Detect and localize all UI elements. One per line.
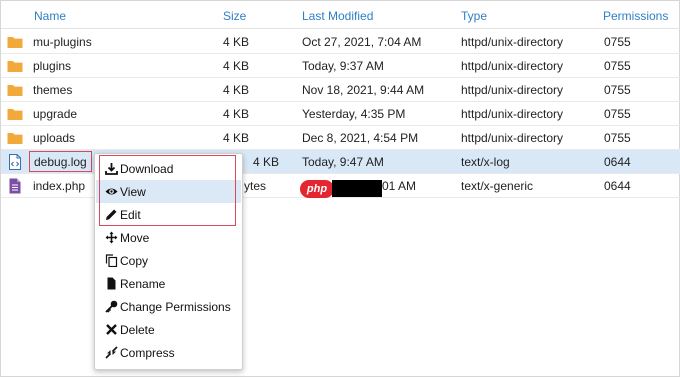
file-name: index.php [33,179,86,193]
x-icon [106,324,117,335]
menu-item-label: Download [120,162,174,176]
file-size: ytes [244,179,267,193]
folder-icon [7,109,23,120]
folder-icon [7,61,23,72]
table-row[interactable]: upgrade 4 KB Yesterday, 4:35 PM httpd/un… [1,102,680,126]
file-type: text/x-generic [461,179,534,193]
table-row[interactable]: uploads 4 KB Dec 8, 2021, 4:54 PM httpd/… [1,126,680,150]
folder-icon [7,37,23,48]
file-type: httpd/unix-directory [461,59,564,73]
menu-item-label: Move [120,231,150,245]
file-name: uploads [33,131,76,145]
file-modified: Dec 8, 2021, 4:54 PM [302,131,419,145]
file-modified: Yesterday, 4:35 PM [302,107,406,121]
file-size: 4 KB [223,83,250,97]
menu-item-view[interactable]: View [96,180,241,203]
php-file-icon [9,178,21,194]
menu-item-label: Delete [120,323,155,337]
redaction-block [332,180,382,197]
download-icon [105,163,118,175]
menu-item-change-permissions[interactable]: Change Permissions [96,295,241,318]
menu-item-copy[interactable]: Copy [96,249,241,272]
file-name: mu-plugins [33,35,92,49]
file-size: 4 KB [223,131,250,145]
file-modified: Today, 9:47 AM [302,155,384,169]
menu-item-label: Edit [120,208,141,222]
file-permissions: 0755 [604,131,631,145]
context-menu: Download View Edit Move Copy Rename Chan… [94,153,243,370]
col-permissions-header[interactable]: Permissions [603,9,668,23]
table-header: Name Size Last Modified Type Permissions [1,1,680,29]
php-watermark-badge: php [300,180,334,198]
file-modified: Today, 9:37 AM [302,59,384,73]
menu-item-move[interactable]: Move [96,226,241,249]
col-name-header[interactable]: Name [34,9,66,23]
file-permissions: 0755 [604,83,631,97]
file-name: themes [33,83,73,97]
table-row[interactable]: mu-plugins 4 KB Oct 27, 2021, 7:04 AM ht… [1,30,680,54]
file-modified: Nov 18, 2021, 9:44 AM [302,83,425,97]
menu-item-label: Rename [120,277,166,291]
file-type: httpd/unix-directory [461,35,564,49]
file-name: debug.log [34,155,87,169]
eye-icon [105,188,118,195]
col-size-header[interactable]: Size [223,9,246,23]
file-icon [107,277,116,290]
file-size: 4 KB [223,59,250,73]
table-row[interactable]: plugins 4 KB Today, 9:37 AM httpd/unix-d… [1,54,680,78]
file-type: httpd/unix-directory [461,83,564,97]
col-modified-header[interactable]: Last Modified [302,9,373,23]
file-permissions: 0644 [604,155,631,169]
move-icon [105,231,118,244]
file-size: 4 KB [223,35,250,49]
file-name: plugins [33,59,72,73]
col-type-header[interactable]: Type [461,9,487,23]
file-manager: Name Size Last Modified Type Permissions… [0,0,680,377]
file-type: httpd/unix-directory [461,131,564,145]
file-permissions: 0755 [604,35,631,49]
file-name-highlight: debug.log [29,151,92,172]
file-permissions: 0644 [604,179,631,193]
folder-icon [7,85,23,96]
file-modified: Oct 27, 2021, 7:04 AM [302,35,422,49]
pencil-icon [106,209,117,220]
copy-icon [105,254,118,267]
menu-item-label: Change Permissions [120,300,231,314]
file-permissions: 0755 [604,59,631,73]
code-file-icon [9,154,21,170]
compress-icon [105,346,118,359]
file-size: 4 KB [223,107,250,121]
menu-item-label: Compress [120,346,175,360]
menu-item-delete[interactable]: Delete [96,318,241,341]
menu-item-label: View [120,185,146,199]
key-icon [105,300,118,313]
table-row[interactable]: themes 4 KB Nov 18, 2021, 9:44 AM httpd/… [1,78,680,102]
file-type: text/x-log [461,155,510,169]
menu-item-download[interactable]: Download [96,157,241,180]
file-name: upgrade [33,107,78,121]
file-type: httpd/unix-directory [461,107,564,121]
file-size: 4 KB [253,155,280,169]
menu-item-rename[interactable]: Rename [96,272,241,295]
menu-item-edit[interactable]: Edit [96,203,241,226]
menu-item-compress[interactable]: Compress [96,341,241,364]
folder-icon [7,133,23,144]
file-modified: 01 AM [382,179,417,193]
menu-item-label: Copy [120,254,149,268]
file-permissions: 0755 [604,107,631,121]
